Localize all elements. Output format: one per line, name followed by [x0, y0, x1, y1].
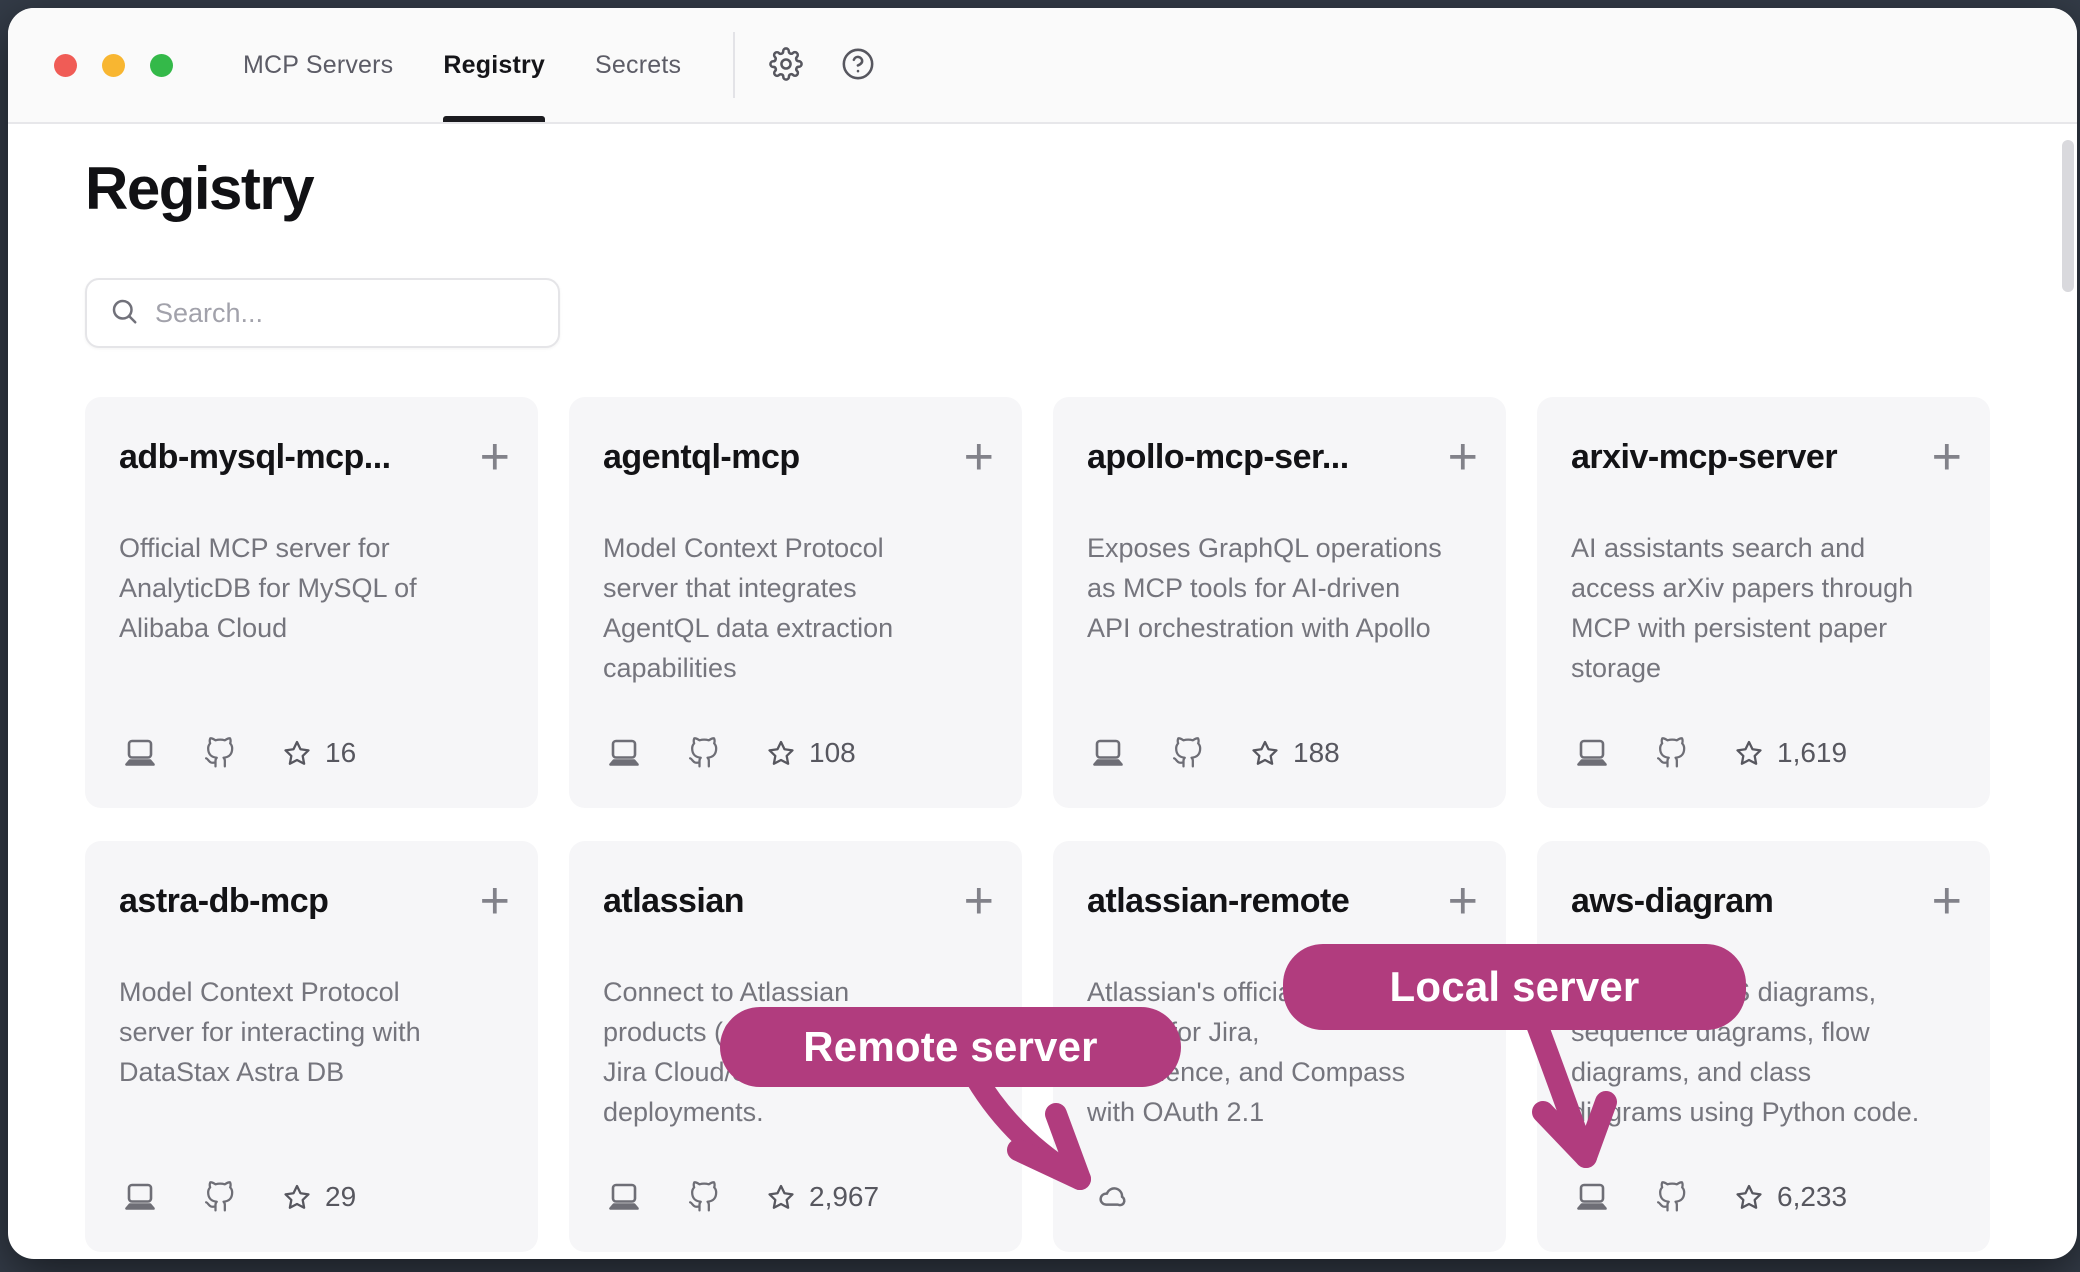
titlebar: MCP Servers Registry Secrets [8, 8, 2077, 124]
star-count: 29 [282, 1181, 356, 1213]
add-server-button[interactable]: + [480, 437, 510, 477]
server-card[interactable]: apollo-mcp-ser...+ Exposes GraphQL operat… [1053, 397, 1506, 808]
server-card[interactable]: agentql-mcp+ Model Context Protocolserver… [569, 397, 1022, 808]
server-name: atlassian-remote [1087, 841, 1439, 923]
server-name: atlassian [603, 841, 955, 923]
traffic-lights [54, 54, 173, 77]
add-server-button[interactable]: + [480, 881, 510, 921]
server-meta-row: 6,233 [1575, 1176, 1956, 1218]
github-icon [687, 737, 720, 769]
star-icon [1734, 739, 1764, 768]
local-server-callout: Local server [1283, 944, 1746, 1030]
close-window-button[interactable] [54, 54, 77, 77]
github-icon [203, 1181, 236, 1213]
scrollbar-thumb[interactable] [2062, 140, 2074, 292]
laptop-icon [1091, 738, 1125, 769]
help-icon [841, 47, 875, 84]
server-meta-row: 188 [1091, 732, 1472, 774]
cloud-icon [1091, 1182, 1129, 1213]
server-name: astra-db-mcp [119, 841, 471, 923]
add-server-button[interactable]: + [964, 881, 994, 921]
laptop-icon [1575, 738, 1609, 769]
settings-button[interactable] [767, 46, 805, 84]
add-server-button[interactable]: + [964, 437, 994, 477]
laptop-icon [1575, 1182, 1609, 1213]
server-name: arxiv-mcp-server [1571, 397, 1923, 479]
minimize-window-button[interactable] [102, 54, 125, 77]
github-icon [1655, 1181, 1688, 1213]
titlebar-divider [733, 32, 735, 98]
star-count: 188 [1250, 737, 1340, 769]
add-server-button[interactable]: + [1448, 437, 1478, 477]
github-icon [203, 737, 236, 769]
search-icon [109, 296, 139, 331]
star-count: 1,619 [1734, 737, 1847, 769]
star-icon [766, 1183, 796, 1212]
star-count: 16 [282, 737, 356, 769]
page-title: Registry [85, 154, 2000, 224]
laptop-icon [123, 738, 157, 769]
github-icon [687, 1181, 720, 1213]
server-description: Exposes GraphQL operationsas MCP tools f… [1087, 528, 1472, 648]
help-button[interactable] [839, 46, 877, 84]
github-icon [1171, 737, 1204, 769]
server-card-grid: adb-mysql-mcp...+Official MCP server for… [85, 397, 2000, 1252]
server-card[interactable]: adb-mysql-mcp...+ Official MCP server for… [85, 397, 538, 808]
server-meta-row: 16 [123, 732, 504, 774]
server-name: aws-diagram [1571, 841, 1923, 923]
server-meta-row: 1,619 [1575, 732, 1956, 774]
add-server-button[interactable]: + [1932, 881, 1962, 921]
gear-icon [769, 47, 803, 84]
zoom-window-button[interactable] [150, 54, 173, 77]
server-description: Model Context Protocolserver that integr… [603, 528, 988, 688]
search-box[interactable] [85, 278, 560, 348]
star-count: 6,233 [1734, 1181, 1847, 1213]
laptop-icon [607, 738, 641, 769]
main-tabs: MCP Servers Registry Secrets [243, 8, 681, 122]
star-icon [282, 739, 312, 768]
star-icon [766, 739, 796, 768]
server-name: agentql-mcp [603, 397, 955, 479]
server-name: adb-mysql-mcp... [119, 397, 471, 479]
server-name: apollo-mcp-ser... [1087, 397, 1439, 479]
star-icon [282, 1183, 312, 1212]
tab-registry[interactable]: Registry [443, 8, 545, 122]
server-description: Official MCP server forAnalyticDB for My… [119, 528, 504, 648]
server-card[interactable]: astra-db-mcp+ Model Context Protocolserve… [85, 841, 538, 1252]
server-description: AI assistants search andaccess arXiv pap… [1571, 528, 1956, 688]
server-meta-row [1091, 1176, 1472, 1218]
star-count: 2,967 [766, 1181, 879, 1213]
server-meta-row: 2,967 [607, 1176, 988, 1218]
star-icon [1250, 739, 1280, 768]
laptop-icon [123, 1182, 157, 1213]
server-card[interactable]: aws-diagram+Generate AWS diagrams,sequen… [1537, 841, 1990, 1252]
remote-server-callout: Remote server [720, 1007, 1181, 1087]
tab-mcp-servers[interactable]: MCP Servers [243, 8, 393, 122]
search-input[interactable] [155, 298, 546, 329]
add-server-button[interactable]: + [1448, 881, 1478, 921]
server-meta-row: 29 [123, 1176, 504, 1218]
server-meta-row: 108 [607, 732, 988, 774]
star-icon [1734, 1183, 1764, 1212]
server-description: Model Context Protocolserver for interac… [119, 972, 504, 1092]
star-count: 108 [766, 737, 856, 769]
github-icon [1655, 737, 1688, 769]
tab-secrets[interactable]: Secrets [595, 8, 681, 122]
add-server-button[interactable]: + [1932, 437, 1962, 477]
server-card[interactable]: arxiv-mcp-server+ AI assistants search an… [1537, 397, 1990, 808]
laptop-icon [607, 1182, 641, 1213]
